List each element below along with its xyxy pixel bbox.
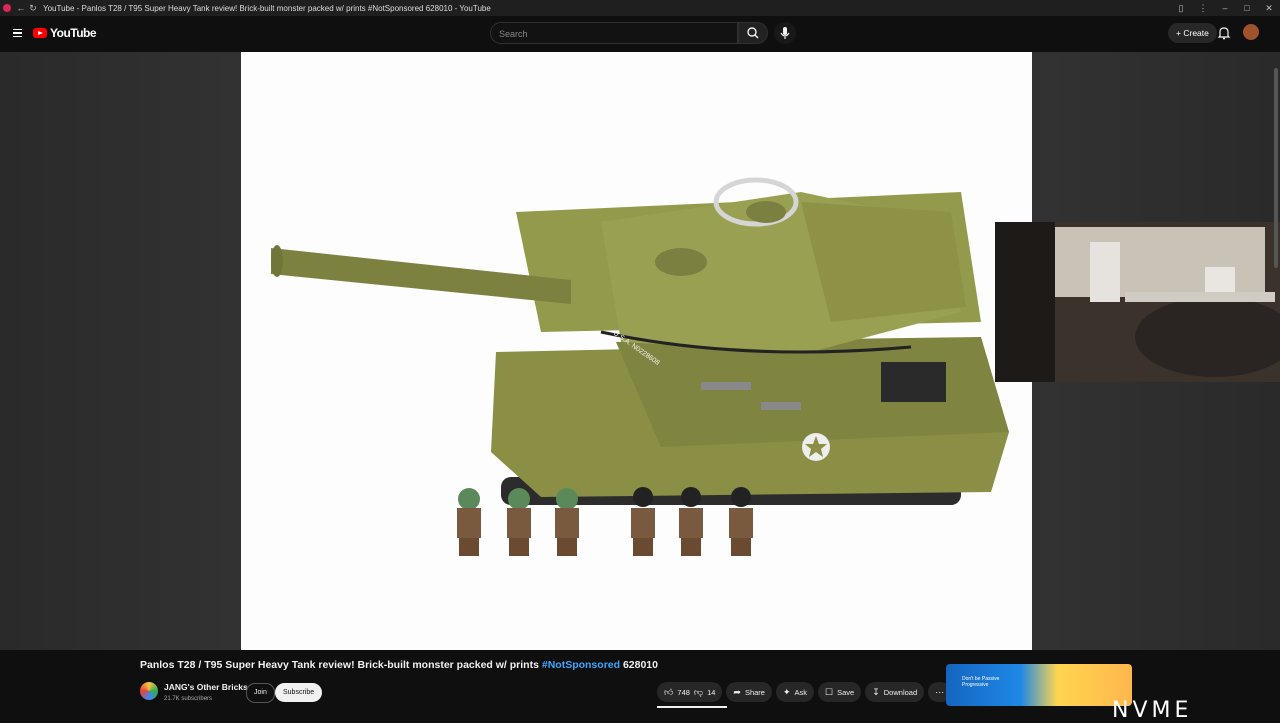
search-icon: [747, 27, 759, 39]
create-label: Create: [1183, 28, 1209, 38]
dislike-icon[interactable]: 👎︎: [694, 687, 703, 698]
save-icon: ☐: [825, 686, 834, 697]
ad-text: Don't be Passive Progressive: [962, 676, 1000, 688]
like-count: 748: [677, 687, 690, 697]
minimize-icon[interactable]: –: [1214, 0, 1236, 16]
youtube-logo-text: YouTube: [50, 26, 97, 40]
window-titlebar: ← ↻ YouTube - Panlos T28 / T95 Super Hea…: [0, 0, 1280, 16]
share-button[interactable]: ➦ Share: [726, 682, 772, 702]
video-title-main: Panlos T28 / T95 Super Heavy Tank review…: [140, 659, 539, 671]
search-button[interactable]: [738, 22, 768, 44]
sponsored-ad[interactable]: Don't be Passive Progressive: [946, 664, 1132, 706]
maximize-icon[interactable]: □: [1236, 0, 1258, 16]
reload-icon[interactable]: ↻: [27, 3, 39, 14]
create-button[interactable]: + Create: [1168, 23, 1217, 43]
ask-icon: ✦: [782, 686, 791, 697]
video-player[interactable]: U.S.A. N0228608: [0, 52, 1280, 650]
search-input[interactable]: Search: [490, 22, 738, 44]
voice-search-button[interactable]: [774, 22, 796, 44]
account-avatar[interactable]: [1243, 24, 1259, 40]
channel-name[interactable]: JANG's Other Bricks: [164, 682, 248, 692]
browser-menu-icon[interactable]: ⋮: [1192, 0, 1214, 16]
save-button[interactable]: ☐ Save: [818, 682, 862, 702]
like-ratio-bar: [657, 706, 727, 708]
tank-model-image: U.S.A. N0228608: [271, 177, 1009, 556]
more-icon: ⋯: [935, 686, 945, 697]
youtube-logo-icon: [33, 28, 47, 38]
nvme-watermark: NVME: [1112, 698, 1193, 723]
mic-icon: [780, 27, 790, 39]
download-icon: ↧: [872, 686, 880, 697]
ask-label: Ask: [794, 687, 808, 697]
like-button[interactable]: 👍︎ 748 👎︎ 14: [657, 682, 723, 702]
join-button[interactable]: Join: [246, 683, 275, 703]
plus-icon: +: [1176, 28, 1181, 38]
ask-button[interactable]: ✦ Ask: [775, 682, 815, 702]
window-title: YouTube - Panlos T28 / T95 Super Heavy T…: [43, 3, 491, 13]
bell-icon[interactable]: [1216, 25, 1232, 41]
window-controls: ▯ ⋮ – □ ✕: [1170, 0, 1280, 16]
page-scrollbar[interactable]: [1274, 68, 1278, 268]
channel-avatar[interactable]: [140, 682, 158, 700]
youtube-header: YouTube Search + Create: [0, 16, 1280, 52]
extensions-icon[interactable]: ▯: [1170, 0, 1192, 16]
share-icon: ➦: [733, 686, 741, 697]
share-label: Share: [744, 687, 765, 697]
hashtag-link[interactable]: #NotSponsored: [542, 659, 620, 671]
video-title: Panlos T28 / T95 Super Heavy Tank review…: [140, 659, 658, 671]
browser-app-icon: [3, 4, 11, 12]
youtube-logo[interactable]: YouTube: [33, 26, 97, 40]
subscribe-button[interactable]: Subscribe: [275, 683, 323, 702]
back-arrow-icon[interactable]: ←: [15, 3, 27, 13]
video-frame[interactable]: U.S.A. N0228608: [241, 52, 1032, 650]
download-button[interactable]: ↧ Download: [865, 682, 925, 702]
close-icon[interactable]: ✕: [1258, 0, 1280, 16]
subscriber-count: 21.7K subscribers: [164, 696, 213, 702]
video-title-suffix: 628010: [622, 659, 658, 671]
menu-icon[interactable]: [8, 24, 26, 42]
dislike-count: 14: [707, 687, 716, 697]
save-label: Save: [837, 687, 855, 697]
video-actions: 👍︎ 748 👎︎ 14 ➦ Share ✦ Ask ☐ Save ↧ Down…: [657, 682, 952, 702]
webcam-overlay: [995, 222, 1280, 382]
download-label: Download: [883, 687, 918, 697]
webcam-room-image: [995, 222, 1280, 382]
like-icon: 👍︎: [664, 686, 674, 697]
